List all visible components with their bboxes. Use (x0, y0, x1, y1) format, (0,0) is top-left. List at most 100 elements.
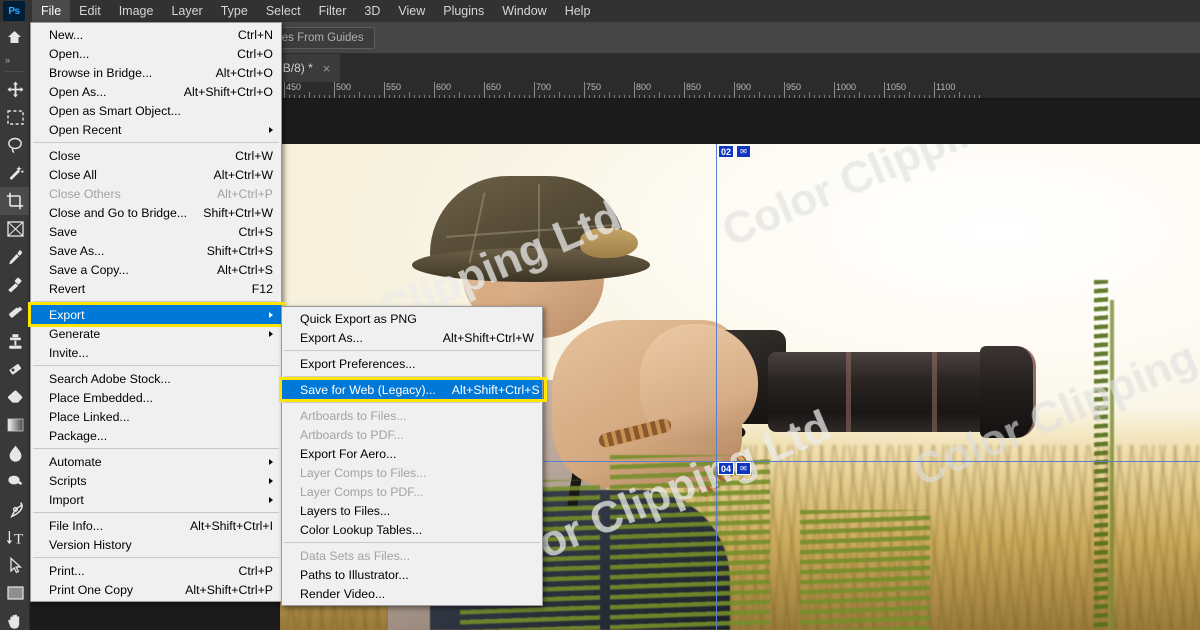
ruler-minor-tick (374, 95, 375, 98)
export-menu-item-layers-to-files[interactable]: Layers to Files... (282, 501, 542, 520)
menu-bar-item-3d[interactable]: 3D (355, 0, 389, 22)
type-tool-icon[interactable]: T (0, 523, 30, 551)
ruler-minor-tick (589, 95, 590, 98)
file-menu-item-export[interactable]: Export (31, 305, 281, 324)
file-menu-item-open-as-smart-object[interactable]: Open as Smart Object... (31, 101, 281, 120)
slice-badge-02[interactable]: 02 ✉ (718, 145, 751, 158)
crop-tool-icon[interactable] (0, 187, 30, 215)
file-menu-item-package[interactable]: Package... (31, 426, 281, 445)
menu-bar-item-plugins[interactable]: Plugins (434, 0, 493, 22)
file-menu-item-open-as[interactable]: Open As...Alt+Shift+Ctrl+O (31, 82, 281, 101)
history-brush-tool-icon[interactable] (0, 355, 30, 383)
ruler-minor-tick (639, 95, 640, 98)
hand-tool-icon[interactable] (0, 607, 30, 630)
file-menu-item-place-embedded[interactable]: Place Embedded... (31, 388, 281, 407)
slice-guide-vertical[interactable] (716, 144, 717, 630)
export-menu-item-quick-export-as-png[interactable]: Quick Export as PNG (282, 309, 542, 328)
file-menu-item-generate[interactable]: Generate (31, 324, 281, 343)
file-menu-item-close-all[interactable]: Close AllAlt+Ctrl+W (31, 165, 281, 184)
export-menu-item-export-as[interactable]: Export As...Alt+Shift+Ctrl+W (282, 328, 542, 347)
expand-arrows-icon[interactable]: » (0, 52, 29, 68)
file-menu-item-search-adobe-stock[interactable]: Search Adobe Stock... (31, 369, 281, 388)
move-tool-icon[interactable] (0, 75, 30, 103)
menu-bar-item-view[interactable]: View (389, 0, 434, 22)
file-menu-item-version-history[interactable]: Version History (31, 535, 281, 554)
ruler-minor-tick (739, 95, 740, 98)
ruler-minor-tick (939, 95, 940, 98)
menu-bar-item-edit[interactable]: Edit (70, 0, 110, 22)
close-icon[interactable]: × (323, 61, 331, 76)
export-menu-item-render-video[interactable]: Render Video... (282, 584, 542, 603)
ruler-minor-tick (959, 92, 960, 98)
file-menu-item-close[interactable]: CloseCtrl+W (31, 146, 281, 165)
magic-wand-tool-icon[interactable] (0, 159, 30, 187)
menu-bar-item-window[interactable]: Window (493, 0, 555, 22)
rectangular-marquee-tool-icon[interactable] (0, 103, 30, 131)
menu-item-label: Print One Copy (49, 583, 169, 597)
menu-bar-item-file[interactable]: File (32, 0, 70, 22)
menu-bar-item-help[interactable]: Help (556, 0, 600, 22)
ruler-minor-tick (579, 95, 580, 98)
menu-bar-item-select[interactable]: Select (257, 0, 310, 22)
blur-tool-icon[interactable] (0, 439, 30, 467)
export-menu-item-paths-to-illustrator[interactable]: Paths to Illustrator... (282, 565, 542, 584)
menu-separator (284, 376, 540, 377)
menu-item-shortcut: Alt+Ctrl+W (198, 168, 273, 182)
ruler-minor-tick (679, 95, 680, 98)
file-menu-item-print[interactable]: Print...Ctrl+P (31, 561, 281, 580)
file-menu-item-revert[interactable]: RevertF12 (31, 279, 281, 298)
ruler-minor-tick (664, 95, 665, 98)
file-menu-item-file-info[interactable]: File Info...Alt+Shift+Ctrl+I (31, 516, 281, 535)
path-selection-tool-icon[interactable] (0, 551, 30, 579)
export-menu-item-save-for-web-legacy[interactable]: Save for Web (Legacy)...Alt+Shift+Ctrl+S (282, 380, 542, 399)
brush-tool-icon[interactable] (0, 299, 30, 327)
file-menu-item-invite[interactable]: Invite... (31, 343, 281, 362)
home-icon[interactable] (0, 22, 29, 52)
ruler-minor-tick (359, 92, 360, 98)
export-menu-item-export-for-aero[interactable]: Export For Aero... (282, 444, 542, 463)
file-menu-item-print-one-copy[interactable]: Print One CopyAlt+Shift+Ctrl+P (31, 580, 281, 599)
ruler-minor-tick (799, 95, 800, 98)
file-menu-item-save-as[interactable]: Save As...Shift+Ctrl+S (31, 241, 281, 260)
menu-bar-item-image[interactable]: Image (110, 0, 163, 22)
file-menu-item-save[interactable]: SaveCtrl+S (31, 222, 281, 241)
file-menu-item-place-linked[interactable]: Place Linked... (31, 407, 281, 426)
gradient-tool-icon[interactable] (0, 411, 30, 439)
file-menu-item-new[interactable]: New...Ctrl+N (31, 25, 281, 44)
spot-healing-brush-tool-icon[interactable] (0, 271, 30, 299)
file-menu-item-browse-in-bridge[interactable]: Browse in Bridge...Alt+Ctrl+O (31, 63, 281, 82)
menu-item-shortcut: Alt+Shift+Ctrl+I (174, 519, 273, 533)
menu-item-label: Quick Export as PNG (300, 312, 534, 326)
rectangle-tool-icon[interactable] (0, 579, 30, 607)
menu-bar-item-type[interactable]: Type (212, 0, 257, 22)
export-menu-item-export-preferences[interactable]: Export Preferences... (282, 354, 542, 373)
ruler-minor-tick (424, 95, 425, 98)
ruler-minor-tick (539, 95, 540, 98)
file-menu-item-open[interactable]: Open...Ctrl+O (31, 44, 281, 63)
menu-item-label: Export For Aero... (300, 447, 534, 461)
menu-item-label: Import (49, 493, 259, 507)
file-menu-item-open-recent[interactable]: Open Recent (31, 120, 281, 139)
dodge-tool-icon[interactable] (0, 467, 30, 495)
pen-tool-icon[interactable] (0, 495, 30, 523)
file-menu-item-scripts[interactable]: Scripts (31, 471, 281, 490)
lasso-tool-icon[interactable] (0, 131, 30, 159)
eraser-tool-icon[interactable] (0, 383, 30, 411)
file-menu-item-close-and-go-to-bridge[interactable]: Close and Go to Bridge...Shift+Ctrl+W (31, 203, 281, 222)
export-menu-item-color-lookup-tables[interactable]: Color Lookup Tables... (282, 520, 542, 539)
file-menu-dropdown[interactable]: New...Ctrl+NOpen...Ctrl+OBrowse in Bridg… (30, 22, 282, 602)
submenu-arrow-icon (269, 331, 273, 337)
menu-item-label: Save a Copy... (49, 263, 201, 277)
export-submenu-dropdown[interactable]: Quick Export as PNG Export As...Alt+Shift… (281, 306, 543, 606)
menu-bar-item-layer[interactable]: Layer (162, 0, 211, 22)
file-menu-item-automate[interactable]: Automate (31, 452, 281, 471)
frame-tool-icon[interactable] (0, 215, 30, 243)
clone-stamp-tool-icon[interactable] (0, 327, 30, 355)
slice-badge-04[interactable]: 04 ✉ (718, 462, 751, 475)
eyedropper-tool-icon[interactable] (0, 243, 30, 271)
file-menu-item-import[interactable]: Import (31, 490, 281, 509)
ruler-minor-tick (464, 95, 465, 98)
ruler-minor-tick (389, 95, 390, 98)
menu-bar-item-filter[interactable]: Filter (310, 0, 356, 22)
file-menu-item-save-a-copy[interactable]: Save a Copy...Alt+Ctrl+S (31, 260, 281, 279)
